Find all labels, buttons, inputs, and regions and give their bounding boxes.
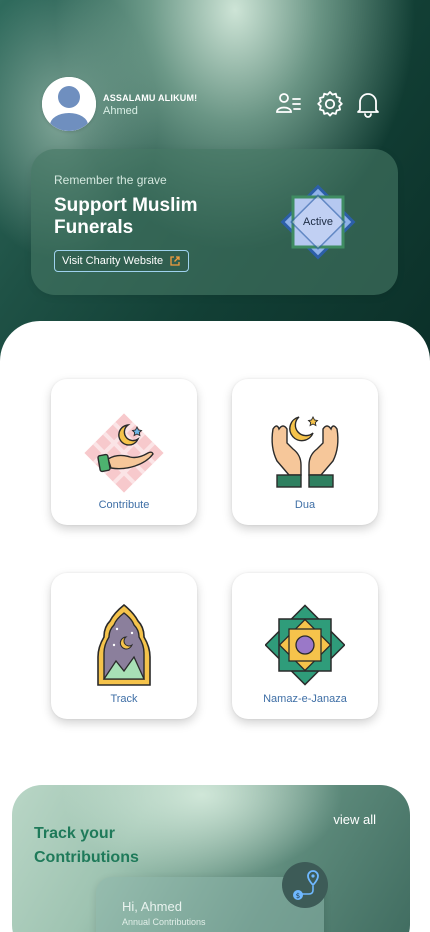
route-location-icon: $ xyxy=(293,870,319,900)
dua-hands-icon xyxy=(265,409,345,493)
greeting-text: ASSALAMU ALIKUM! xyxy=(103,93,198,103)
card-contribute[interactable]: Contribute xyxy=(51,379,197,525)
track-mosque-window-icon xyxy=(84,603,164,687)
view-all-link[interactable]: view all xyxy=(333,812,376,827)
user-avatar-icon xyxy=(42,77,96,131)
card-track-label: Track xyxy=(110,693,138,705)
avatar[interactable] xyxy=(42,77,96,131)
visit-charity-website-button[interactable]: Visit Charity Website xyxy=(54,250,190,272)
people-icon[interactable] xyxy=(275,90,303,118)
islamic-star-icon xyxy=(264,603,346,687)
external-link-icon xyxy=(170,256,180,266)
card-namaz-e-janaza[interactable]: Namaz-e-Janaza xyxy=(232,573,378,719)
track-section-title: Track your Contributions xyxy=(34,825,139,866)
active-status-badge: Active xyxy=(275,179,361,265)
card-dua[interactable]: Dua xyxy=(232,379,378,525)
card-namaz-e-janaza-label: Namaz-e-Janaza xyxy=(263,693,347,705)
banner-subtitle: Remember the grave xyxy=(54,173,167,187)
annual-contributions-label: Annual Contributions xyxy=(122,917,206,927)
card-track[interactable]: Track xyxy=(51,573,197,719)
track-contributions-section: Track your Contributions view all Hi, Ah… xyxy=(12,785,410,932)
card-dua-label: Dua xyxy=(294,499,316,511)
svg-text:$: $ xyxy=(296,892,300,900)
bell-icon[interactable] xyxy=(354,90,382,118)
username-text: Ahmed xyxy=(103,105,138,117)
badge-status-text: Active xyxy=(303,216,333,228)
charity-button-label: Visit Charity Website xyxy=(62,255,164,267)
charity-banner: Remember the grave Support Muslim Funera… xyxy=(31,149,398,295)
app-screen: ASSALAMU ALIKUM! Ahmed Remember the grav… xyxy=(0,0,430,932)
settings-icon[interactable] xyxy=(316,90,344,118)
banner-title: Support Muslim Funerals xyxy=(54,195,198,238)
contribute-icon xyxy=(84,409,164,493)
card-contribute-label: Contribute xyxy=(98,499,150,511)
route-location-button[interactable]: $ xyxy=(282,862,328,908)
annual-greeting: Hi, Ahmed xyxy=(122,899,182,914)
